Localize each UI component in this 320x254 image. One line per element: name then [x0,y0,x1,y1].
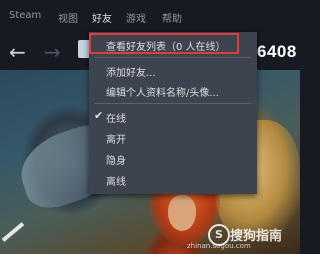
menu-separator [95,57,251,58]
checkmark-icon: ✔ [94,109,104,122]
menu-item-edit-profile[interactable]: 编辑个人资料名称/头像... [89,81,257,99]
menu-item-status-offline[interactable]: 离线 [89,170,257,188]
friends-dropdown-menu: 查看好友列表（0 人在线） 添加好友... 编辑个人资料名称/头像... ✔ 在… [89,32,257,194]
artwork-face [168,195,196,231]
menu-item-status-away[interactable]: 离开 [89,128,257,146]
menubar: Steam 视图 好友 游戏 帮助 [0,0,300,34]
arrow-left-icon[interactable]: ← [9,38,26,66]
menu-item-add-friend[interactable]: 添加好友... [89,61,257,79]
menu-steam[interactable]: Steam [9,10,41,21]
menu-friends[interactable]: 好友 [92,10,112,25]
page-title: 6408 [257,42,297,61]
menu-games[interactable]: 游戏 [126,10,146,25]
menu-help[interactable]: 帮助 [162,10,182,25]
menu-item-status-online[interactable]: ✔ 在线 [89,107,257,125]
menu-view[interactable]: 视图 [58,10,78,25]
watermark-url: zhinan.sogou.com [187,242,251,250]
menu-separator [95,103,251,104]
highlight-annotation-box [89,33,239,54]
menu-item-status-invisible[interactable]: 隐身 [89,149,257,167]
arrow-right-icon[interactable]: → [44,38,61,66]
